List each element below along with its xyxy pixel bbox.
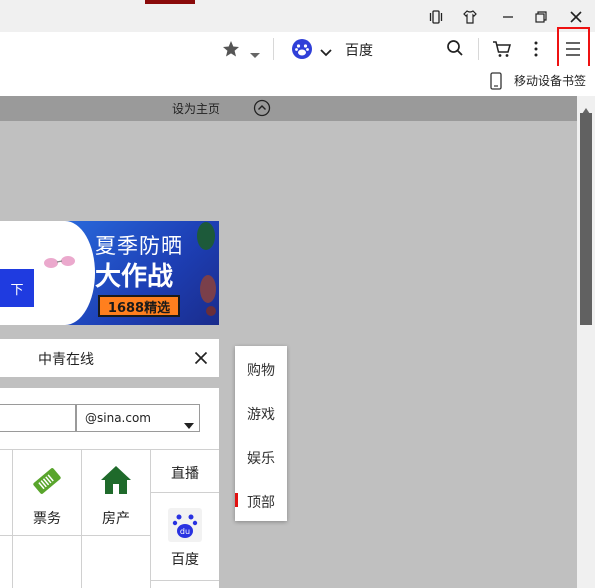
- tile-live[interactable]: 直播: [151, 450, 219, 492]
- grid-line: [150, 580, 219, 581]
- shirt-skin-icon[interactable]: [458, 6, 482, 28]
- active-tab-indicator[interactable]: [145, 0, 195, 4]
- page-top-strip: 设为主页: [0, 96, 577, 121]
- tile-label: 直播: [171, 466, 199, 482]
- bookmark-dropdown-chevron-icon[interactable]: [249, 45, 261, 64]
- email-username-input[interactable]: [0, 404, 76, 432]
- nav-item-games[interactable]: 游戏: [235, 404, 287, 424]
- more-options-icon[interactable]: [533, 40, 539, 62]
- close-icon[interactable]: [194, 350, 208, 369]
- set-homepage-link[interactable]: 设为主页: [172, 100, 220, 117]
- news-panel-header: 中青在线: [0, 339, 219, 377]
- tile-label: 票务: [33, 511, 61, 527]
- scrollbar-thumb[interactable]: [580, 113, 592, 325]
- banner-tag: 1688精选: [98, 295, 180, 317]
- reading-mode-icon[interactable]: [424, 6, 448, 28]
- svg-text:du: du: [180, 527, 190, 536]
- tile-real-estate[interactable]: 房产: [82, 450, 150, 535]
- mail-panel: @sina.com 票务 房产 直播 du 百度: [0, 388, 219, 588]
- ad-banner[interactable]: 下 夏季防晒 大作战 1688精选: [0, 221, 219, 325]
- address-bar[interactable]: 百度: [0, 32, 595, 67]
- baidu-icon: du: [168, 508, 202, 546]
- email-domain-value: @sina.com: [85, 411, 151, 425]
- banner-subline: 大作战: [95, 262, 174, 292]
- leaf-decoration-icon: [190, 221, 219, 325]
- bookmarks-bar: 移动设备书签: [0, 66, 595, 96]
- nav-item-shopping[interactable]: 购物: [235, 360, 287, 380]
- nav-item-top[interactable]: 顶部: [235, 492, 287, 512]
- house-icon: [99, 464, 133, 500]
- baidu-engine-icon[interactable]: [291, 38, 313, 64]
- tile-label: 百度: [171, 552, 199, 568]
- tile-label: 房产: [102, 511, 130, 527]
- tile-tickets[interactable]: 票务: [13, 450, 81, 535]
- email-domain-select[interactable]: @sina.com: [76, 404, 200, 432]
- tile-baidu[interactable]: du 百度: [151, 493, 219, 580]
- sunglasses-icon: [42, 249, 80, 277]
- floating-nav-menu: 购物 游戏 娱乐 顶部: [235, 346, 287, 521]
- mobile-device-icon: [490, 72, 502, 94]
- mobile-bookmarks-link[interactable]: 移动设备书签: [514, 72, 586, 89]
- search-engine-chevron-icon[interactable]: [319, 43, 333, 62]
- bookmark-star-icon[interactable]: [222, 40, 240, 62]
- cart-icon[interactable]: [492, 39, 512, 63]
- close-window-icon[interactable]: [564, 6, 588, 28]
- search-engine-label[interactable]: 百度: [345, 40, 373, 60]
- domain-dropdown-icon: [183, 415, 195, 434]
- collapse-up-icon[interactable]: [253, 99, 271, 121]
- panel-title: 中青在线: [38, 352, 94, 368]
- banner-left-button[interactable]: 下: [0, 269, 34, 307]
- ticket-icon: [30, 464, 64, 502]
- nav-item-entertainment[interactable]: 娱乐: [235, 448, 287, 468]
- restore-icon[interactable]: [529, 6, 553, 28]
- search-icon[interactable]: [446, 39, 464, 61]
- minimize-icon[interactable]: [496, 6, 520, 28]
- hamburger-menu-icon[interactable]: [564, 41, 582, 61]
- grid-line: [0, 535, 150, 536]
